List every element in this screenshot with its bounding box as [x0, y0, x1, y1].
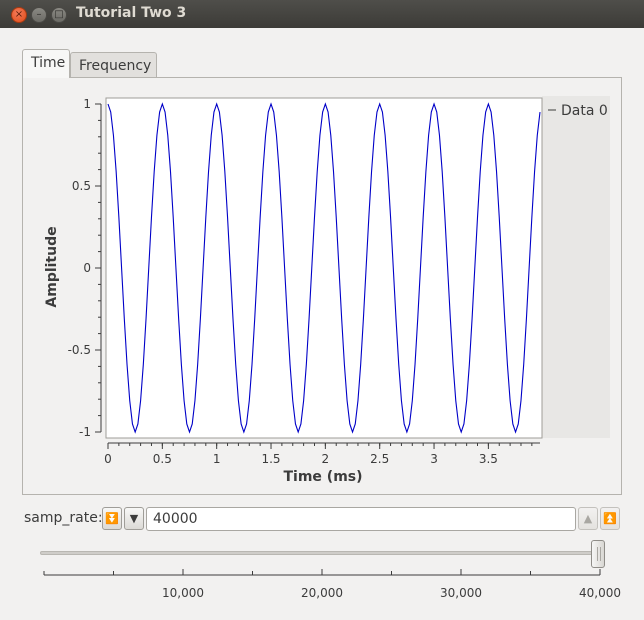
tab-time[interactable]: Time — [22, 49, 70, 78]
samp-rate-label: samp_rate: — [24, 510, 103, 526]
slider-tick-label: 30,000 — [440, 586, 482, 600]
minimize-icon[interactable]: – — [31, 7, 47, 23]
samp-rate-slider-groove[interactable] — [40, 551, 604, 555]
title-bar[interactable]: × – □ Tutorial Two 3 — [0, 0, 644, 28]
up-arrow-icon[interactable]: ▲ — [578, 507, 598, 530]
close-icon[interactable]: × — [11, 7, 27, 23]
time-tab-pane — [22, 77, 622, 495]
samp-rate-slider-handle[interactable] — [591, 540, 605, 568]
double-down-arrow-icon[interactable]: ⏬ — [102, 507, 122, 530]
down-arrow-icon[interactable]: ▼ — [124, 507, 144, 530]
tab-frequency[interactable]: Frequency — [70, 52, 157, 78]
slider-tick-label: 40,000 — [579, 586, 621, 600]
samp-rate-input[interactable] — [146, 507, 576, 531]
slider-tick-label: 20,000 — [301, 586, 343, 600]
window-title: Tutorial Two 3 — [76, 5, 187, 21]
slider-tick-label: 10,000 — [162, 586, 204, 600]
app-window: × – □ Tutorial Two 3 Time Frequency 1 0.5… — [0, 0, 644, 620]
double-up-arrow-icon[interactable]: ⏫ — [600, 507, 620, 530]
legend-area — [542, 96, 610, 438]
maximize-icon[interactable]: □ — [51, 7, 67, 23]
